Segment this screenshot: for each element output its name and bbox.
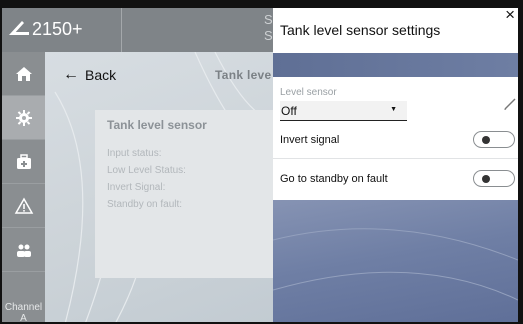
level-sensor-value: Off [281, 103, 297, 118]
logo-icon [9, 21, 29, 35]
level-sensor-select[interactable]: Off ▼ [280, 101, 407, 121]
channel-selector[interactable]: Channel A [2, 302, 45, 324]
panel-background [273, 200, 518, 322]
level-sensor-label: Level sensor [280, 87, 337, 98]
main-app: 2150+ SS Channel A ← Back Tank leve Tank… [2, 8, 273, 324]
screen-frame: 2150+ SS Channel A ← Back Tank leve Tank… [0, 0, 523, 324]
sidebar-item-service[interactable] [2, 140, 45, 184]
standby-row: Go to standby on fault [273, 160, 518, 198]
header-band [273, 53, 518, 77]
topbar-fragment: SS [264, 12, 273, 43]
sensor-card: Tank level sensor Input status: Low Leve… [95, 110, 273, 278]
invert-signal-row: Invert signal [273, 121, 518, 159]
card-row-input-status: Input status: [107, 148, 162, 159]
toggle-knob [482, 136, 490, 144]
chevron-down-icon: ▼ [390, 106, 397, 113]
content-area: ← Back Tank leve Tank level sensor Input… [45, 52, 273, 322]
sidebar-item-home[interactable] [2, 52, 45, 96]
top-bar: 2150+ SS [2, 8, 273, 52]
sidebar-item-alarms[interactable] [2, 184, 45, 228]
back-label: Back [85, 67, 117, 83]
settings-panel: Tank level sensor settings × Level senso… [273, 8, 518, 322]
topbar-divider [121, 8, 122, 52]
invert-signal-toggle[interactable] [473, 131, 515, 148]
settings-form: Level sensor Off ▼ Invert signal Go to s… [273, 77, 518, 200]
close-icon[interactable]: × [505, 8, 515, 23]
panel-title: Tank level sensor settings [280, 22, 441, 38]
users-icon [16, 244, 31, 257]
standby-label: Go to standby on fault [280, 173, 388, 185]
brand-name: 2150+ [32, 19, 83, 39]
sidebar-item-users[interactable] [2, 228, 45, 272]
card-row-low-level: Low Level Status: [107, 165, 186, 176]
panel-header: Tank level sensor settings × [273, 8, 518, 53]
page-title: Tank leve [215, 68, 272, 82]
arrow-left-icon: ← [63, 66, 79, 83]
background-graphic [273, 228, 518, 301]
home-icon [15, 66, 32, 81]
card-row-invert-signal: Invert Signal: [107, 182, 166, 193]
channel-value: A [20, 313, 27, 324]
channel-label: Channel [4, 302, 43, 313]
card-row-standby: Standby on fault: [107, 199, 183, 210]
back-button[interactable]: ← Back [63, 66, 116, 84]
sidebar-item-settings[interactable] [2, 96, 45, 140]
toolbox-icon [16, 153, 31, 169]
standby-toggle[interactable] [473, 170, 515, 187]
warning-icon [14, 196, 33, 214]
toggle-knob [482, 175, 490, 183]
card-title: Tank level sensor [107, 118, 207, 132]
invert-signal-label: Invert signal [280, 134, 340, 146]
pencil-icon[interactable] [503, 97, 517, 111]
gear-icon [15, 109, 32, 126]
sidebar: Channel A [2, 52, 45, 324]
